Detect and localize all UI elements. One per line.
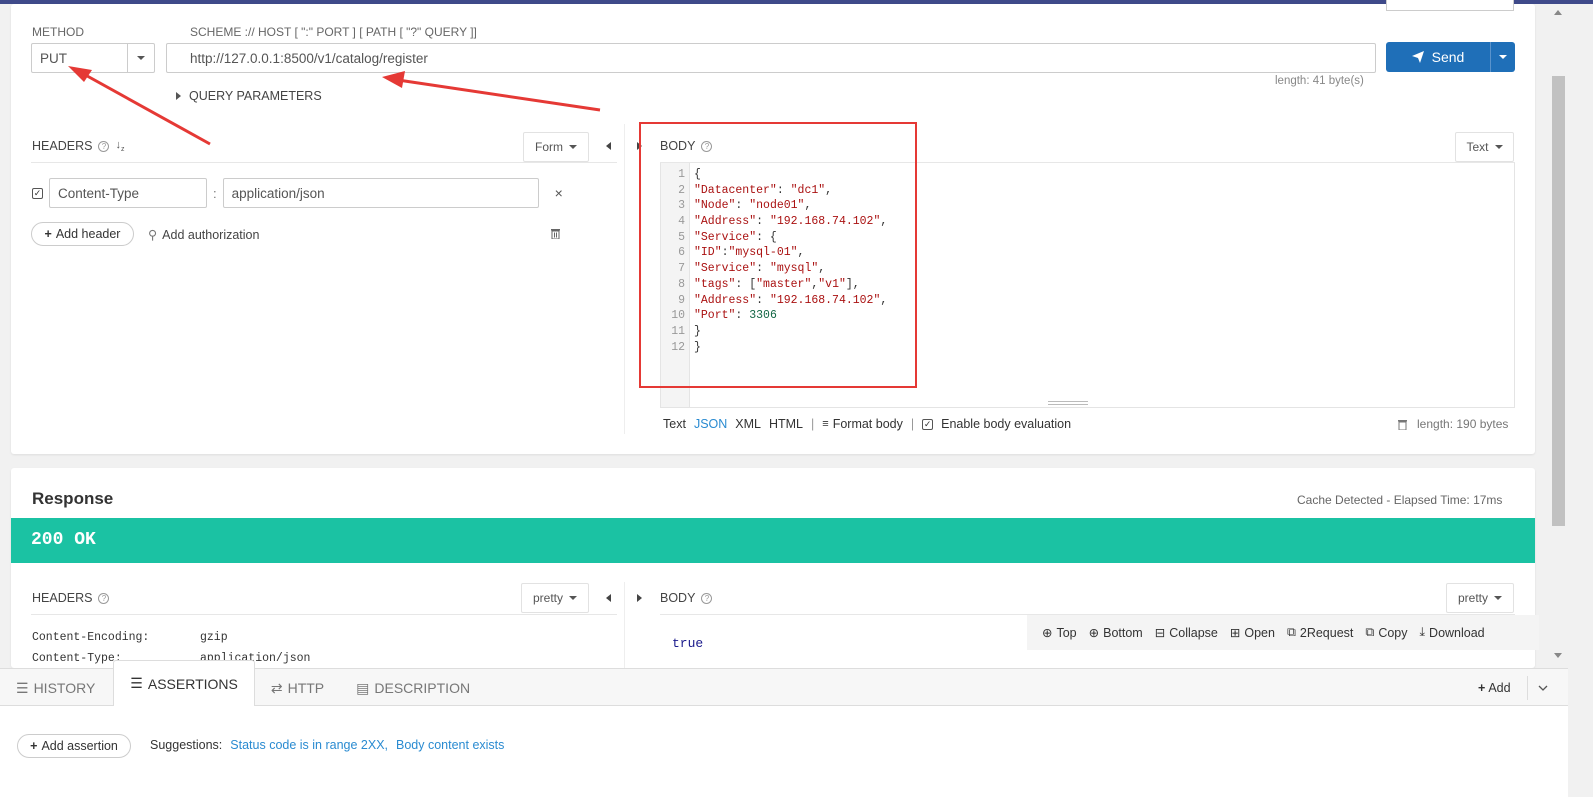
annotation-arrows <box>68 66 601 146</box>
annotation-arrow-url <box>397 78 601 112</box>
annotation-arrowhead-method <box>68 66 92 82</box>
annotation-arrowhead-url <box>382 71 405 88</box>
annotation-arrow-method <box>79 70 211 146</box>
